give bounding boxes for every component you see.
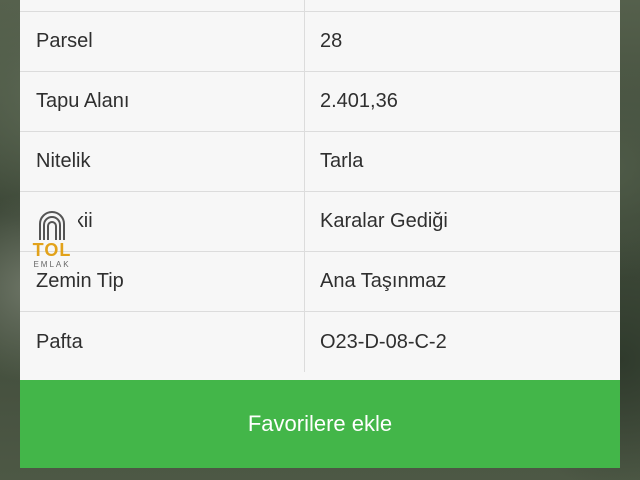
table-row-parsel: Parsel 28 bbox=[20, 12, 620, 72]
table-row-zemin-tip: Zemin Tip Ana Taşınmaz bbox=[20, 252, 620, 312]
logo-sub-text: EMLAK bbox=[33, 260, 71, 269]
mevkii-value: Karalar Gediği bbox=[320, 210, 448, 232]
pafta-value: O23-D-08-C-2 bbox=[320, 330, 447, 353]
table-row-tapu-alani: Tapu Alanı 2.401,36 bbox=[20, 72, 620, 132]
table-row-mevkii: Mevkii Karalar Gediği bbox=[20, 192, 620, 252]
table-row-pafta: Pafta O23-D-08-C-2 bbox=[20, 312, 620, 372]
row-label bbox=[36, 0, 306, 11]
property-info-table: Parsel 28 Tapu Alanı 2.401,36 Nitelik Ta… bbox=[20, 0, 620, 380]
table-row-nitelik: Nitelik Tarla bbox=[20, 132, 620, 192]
pafta-label: Pafta bbox=[36, 330, 83, 353]
logo-brand-text: TOL bbox=[32, 240, 72, 260]
table-row bbox=[20, 0, 620, 12]
nitelik-value: Tarla bbox=[320, 150, 364, 172]
arch-icon bbox=[39, 211, 65, 240]
nitelik-label: Nitelik bbox=[36, 150, 91, 172]
parsel-value: 28 bbox=[320, 30, 343, 52]
tol-emlak-logo: TOL EMLAK bbox=[20, 210, 78, 272]
tapu-alani-label: Tapu Alanı bbox=[36, 90, 130, 112]
add-to-favorites-button[interactable]: Favorilere ekle bbox=[20, 380, 620, 468]
parsel-label: Parsel bbox=[36, 30, 93, 52]
tapu-alani-value: 2.401,36 bbox=[320, 90, 398, 112]
row-value bbox=[320, 0, 610, 11]
zemin-tip-value: Ana Taşınmaz bbox=[320, 270, 447, 292]
